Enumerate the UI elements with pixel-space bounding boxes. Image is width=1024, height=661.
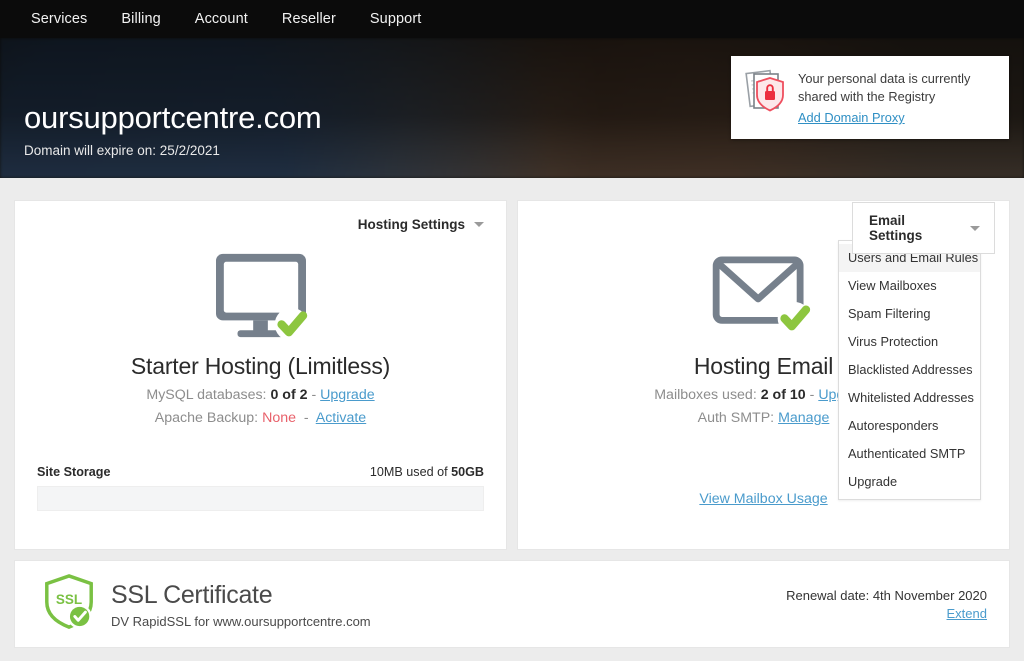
mysql-upgrade-link[interactable]: Upgrade	[320, 387, 374, 403]
storage-used-prefix: 10MB used of	[370, 465, 451, 479]
ssl-extend-row: Extend	[786, 606, 987, 621]
nav-item-reseller[interactable]: Reseller	[265, 0, 353, 38]
storage-header: Site Storage 10MB used of 50GB	[37, 465, 484, 479]
hosting-plan-title: Starter Hosting (Limitless)	[15, 353, 506, 380]
dropdown-item-4[interactable]: Blacklisted Addresses	[839, 356, 980, 384]
email-settings-label: Email Settings	[869, 213, 960, 243]
ssl-text-group: SSL Certificate DV RapidSSL for www.ours…	[111, 580, 371, 629]
site-storage-block: Site Storage 10MB used of 50GB	[37, 465, 484, 511]
ssl-left-group: SSL SSL Certificate DV RapidSSL for www.…	[41, 572, 371, 637]
domain-expiry-text: Domain will expire on: 25/2/2021	[24, 143, 322, 158]
backup-label: Apache Backup:	[155, 410, 258, 426]
storage-usage-text: 10MB used of 50GB	[370, 465, 484, 479]
cards-row: Hosting Settings Starter Hosting (Limitl…	[14, 200, 1010, 550]
nav-item-billing[interactable]: Billing	[104, 0, 177, 38]
apache-backup-line: Apache Backup: None - Activate	[15, 410, 506, 426]
main-content: Hosting Settings Starter Hosting (Limitl…	[0, 178, 1024, 648]
backup-activate-link[interactable]: Activate	[316, 410, 366, 426]
dropdown-item-3[interactable]: Virus Protection	[839, 328, 980, 356]
nav-item-services[interactable]: Services	[14, 0, 104, 38]
smtp-label: Auth SMTP:	[698, 410, 774, 426]
dropdown-item-1[interactable]: View Mailboxes	[839, 272, 980, 300]
mysql-value: 0 of 2	[270, 387, 307, 403]
ssl-subtitle: DV RapidSSL for www.oursupportcentre.com	[111, 614, 371, 629]
ssl-renewal-date: Renewal date: 4th November 2020	[786, 588, 987, 603]
email-settings-button[interactable]: Email Settings	[852, 202, 995, 254]
backup-separator: -	[304, 410, 309, 426]
hero-text-block: oursupportcentre.com Domain will expire …	[24, 100, 322, 158]
domain-privacy-notice: Your personal data is currently shared w…	[731, 56, 1009, 139]
top-navigation-bar: Services Billing Account Reseller Suppor…	[0, 0, 1024, 38]
dropdown-item-2[interactable]: Spam Filtering	[839, 300, 980, 328]
dropdown-item-6[interactable]: Autoresponders	[839, 412, 980, 440]
add-domain-proxy-link[interactable]: Add Domain Proxy	[798, 110, 905, 125]
dropdown-item-7[interactable]: Authenticated SMTP	[839, 440, 980, 468]
notice-body: Your personal data is currently shared w…	[798, 69, 995, 127]
hero-banner: oursupportcentre.com Domain will expire …	[0, 38, 1024, 178]
hosting-settings-row: Hosting Settings	[15, 201, 506, 247]
backup-value: None	[262, 410, 296, 426]
hosting-settings-button[interactable]: Hosting Settings	[358, 217, 484, 232]
ssl-right-group: Renewal date: 4th November 2020 Extend	[786, 588, 987, 621]
ssl-extend-link[interactable]: Extend	[947, 606, 987, 621]
smtp-manage-link[interactable]: Manage	[778, 410, 829, 426]
hosting-settings-label: Hosting Settings	[358, 217, 465, 232]
dropdown-item-5[interactable]: Whitelisted Addresses	[839, 384, 980, 412]
document-shield-lock-icon	[743, 69, 787, 115]
notice-text: Your personal data is currently shared w…	[798, 71, 970, 104]
page-title: oursupportcentre.com	[24, 100, 322, 136]
ssl-title: SSL Certificate	[111, 581, 371, 610]
chevron-down-icon	[474, 222, 484, 227]
storage-label: Site Storage	[37, 465, 110, 479]
email-settings-dropdown-menu[interactable]: Users and Email RulesView MailboxesSpam …	[838, 240, 981, 500]
mailboxes-label: Mailboxes used:	[654, 387, 757, 403]
storage-total: 50GB	[451, 465, 484, 479]
ssl-certificate-card: SSL SSL Certificate DV RapidSSL for www.…	[14, 560, 1010, 648]
ssl-shield-check-icon: SSL	[41, 572, 97, 637]
hosting-card: Hosting Settings Starter Hosting (Limitl…	[14, 200, 507, 550]
dropdown-item-8[interactable]: Upgrade	[839, 468, 980, 496]
chevron-down-icon	[970, 226, 980, 231]
storage-progress-bar	[37, 486, 484, 511]
nav-item-support[interactable]: Support	[353, 0, 439, 38]
mysql-separator: -	[311, 387, 316, 403]
view-mailbox-usage-link[interactable]: View Mailbox Usage	[699, 491, 827, 507]
mysql-label: MySQL databases:	[146, 387, 266, 403]
nav-item-account[interactable]: Account	[178, 0, 265, 38]
monitor-check-icon	[15, 249, 506, 341]
mysql-databases-line: MySQL databases: 0 of 2 - Upgrade	[15, 387, 506, 403]
email-card: Email Settings Users and Email RulesView…	[517, 200, 1010, 550]
mailboxes-separator: -	[810, 387, 815, 403]
mailboxes-value: 2 of 10	[761, 387, 806, 403]
